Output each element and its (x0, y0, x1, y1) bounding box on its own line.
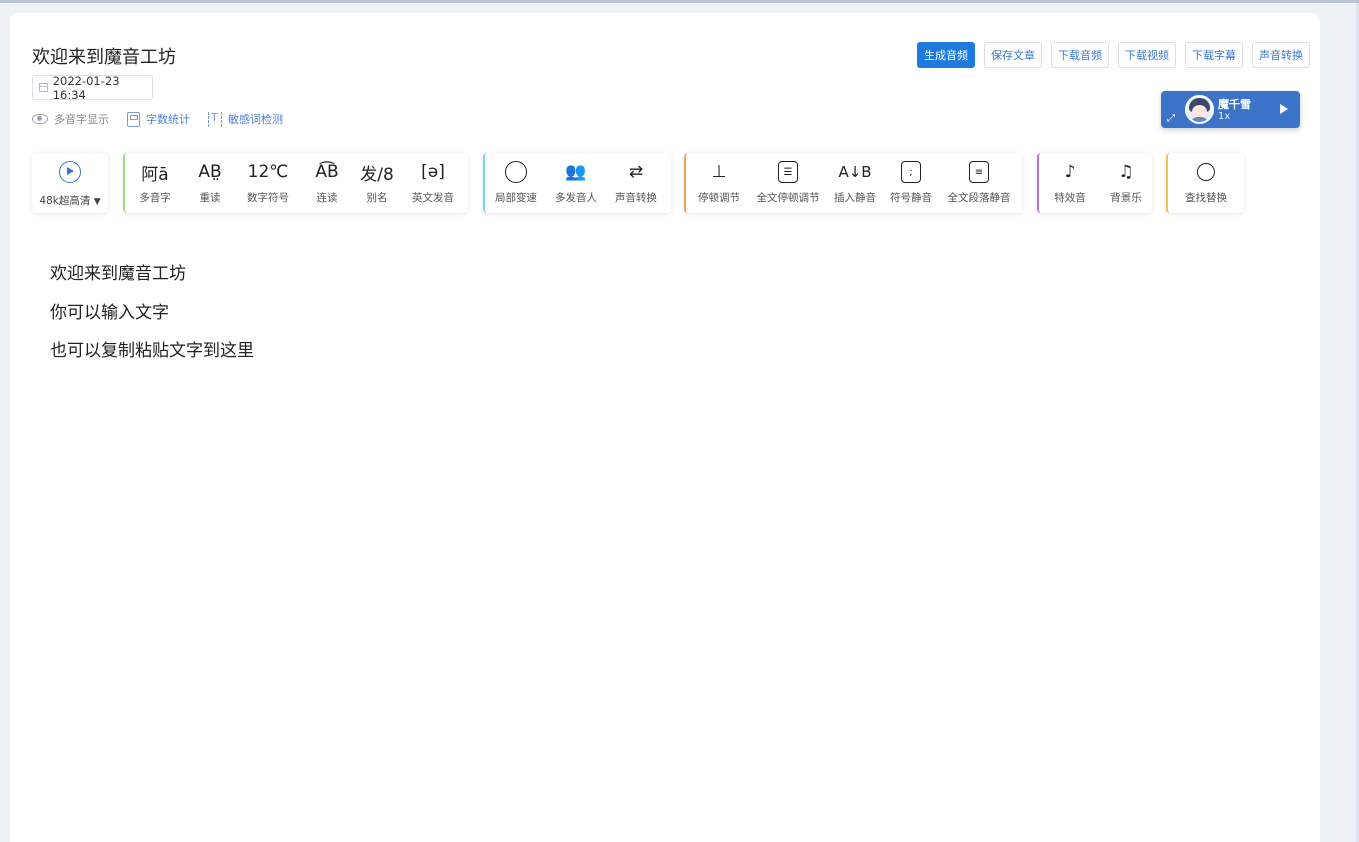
calendar-icon (39, 83, 48, 92)
tool-full-pause-adjust-label: 全文停顿调节 (756, 192, 820, 204)
text-editor[interactable]: 欢迎来到魔音工坊 你可以输入文字 也可以复制粘贴文字到这里 (50, 255, 254, 371)
stress-icon: AB̤ (198, 162, 222, 182)
polyphone-display-toggle[interactable]: 多音字显示 (32, 111, 109, 127)
play-icon[interactable] (1280, 104, 1288, 114)
toolbar-group-pronunciation: 阿ā 多音字 AB̤ 重读 12℃ 数字符号 A͡B 连读 发/8 别名 [ə]… (123, 153, 468, 213)
liaison-icon: A͡B (315, 162, 339, 182)
toolbar-group-search: 查找替换 (1166, 153, 1244, 213)
word-count-label: 字数统计 (146, 113, 190, 126)
document-title[interactable]: 欢迎来到魔音工坊 (32, 43, 176, 69)
tool-multi-speaker[interactable]: 👥 多发音人 (547, 153, 605, 213)
expand-icon[interactable]: ⤢ (1167, 114, 1175, 124)
download-subtitle-button[interactable]: 下载字幕 (1185, 42, 1243, 68)
tool-english-pronunciation-label: 英文发音 (412, 192, 454, 204)
editor-line[interactable]: 也可以复制粘贴文字到这里 (50, 332, 254, 371)
tool-voice-convert-label: 声音转换 (615, 192, 657, 204)
toolbar-group-speed-voice: 局部变速 👥 多发音人 ⇄ 声音转换 (483, 153, 671, 213)
editor-line[interactable]: 欢迎来到魔音工坊 (50, 255, 254, 294)
tool-pause-adjust[interactable]: ⊥ 停顿调节 (686, 153, 752, 213)
speedometer-icon (505, 161, 527, 183)
paragraph-mute-icon: ≡ (969, 161, 989, 183)
tool-english-pronunciation[interactable]: [ə] 英文发音 (401, 153, 465, 213)
scan-text-icon (208, 111, 222, 127)
tool-sound-effect[interactable]: ♪ 特效音 (1039, 153, 1101, 213)
tool-symbol-silence[interactable]: ; 符号静音 (886, 153, 936, 213)
date-picker[interactable]: 2022-01-23 16:34 (32, 73, 153, 102)
tool-pause-adjust-label: 停顿调节 (698, 192, 740, 204)
tool-find-replace[interactable]: 查找替换 (1168, 153, 1244, 213)
voice-name: 魔千雪 (1218, 98, 1251, 111)
voice-convert-icon: ⇄ (628, 162, 644, 182)
caret-down-icon: ▼ (93, 197, 101, 207)
eye-icon (32, 114, 48, 124)
tool-polyphone-label: 多音字 (139, 192, 171, 204)
polyphone-display-label: 多音字显示 (54, 113, 109, 126)
tool-number-symbol-label: 数字符号 (247, 192, 289, 204)
quality-selected-value: 48k超高清 (39, 195, 91, 207)
text-tools-row: 多音字显示 字数统计 敏感词检测 (32, 111, 301, 127)
tool-find-replace-label: 查找替换 (1185, 192, 1227, 204)
save-article-button[interactable]: 保存文章 (984, 42, 1042, 68)
tool-local-speed[interactable]: 局部变速 (485, 153, 547, 213)
word-count-button[interactable]: 字数统计 (127, 111, 190, 127)
voice-convert-button[interactable]: 声音转换 (1252, 42, 1310, 68)
tool-insert-silence-label: 插入静音 (834, 192, 876, 204)
tool-full-pause-adjust[interactable]: ☰ 全文停顿调节 (752, 153, 824, 213)
toolbar-group-effects: ♪ 特效音 ♫ 背景乐 (1037, 153, 1152, 213)
tool-paragraph-silence[interactable]: ≡ 全文段落静音 (936, 153, 1022, 213)
tool-symbol-silence-label: 符号静音 (890, 192, 932, 204)
toolbar-group-pause: ⊥ 停顿调节 ☰ 全文停顿调节 A↓B 插入静音 ; 符号静音 ≡ 全文段落静音 (684, 153, 1022, 213)
avatar (1185, 95, 1214, 124)
calculator-icon (127, 111, 140, 127)
tool-stress-label: 重读 (199, 192, 221, 204)
number-symbol-icon: 12℃ (247, 162, 289, 182)
tool-liaison-label: 连读 (316, 192, 338, 204)
sliders-icon: ☰ (778, 161, 798, 183)
play-circle-icon[interactable] (59, 161, 81, 183)
tool-stress[interactable]: AB̤ 重读 (185, 153, 235, 213)
editor-card: 欢迎来到魔音工坊 2022-01-23 16:34 多音字显示 字数统计 敏感词… (10, 13, 1320, 842)
tool-polyphone[interactable]: 阿ā 多音字 (125, 153, 185, 213)
tool-background-music-label: 背景乐 (1110, 192, 1142, 204)
tool-alias[interactable]: 发/8 别名 (353, 153, 401, 213)
toolbar-group-playback: 48k超高清 ▼ (32, 153, 108, 213)
date-value: 2022-01-23 16:34 (52, 73, 120, 102)
search-icon (1197, 163, 1215, 181)
tool-number-symbol[interactable]: 12℃ 数字符号 (235, 153, 301, 213)
sensitive-word-check-button[interactable]: 敏感词检测 (208, 111, 283, 127)
sensitive-word-check-label: 敏感词检测 (228, 113, 283, 126)
tool-voice-convert[interactable]: ⇄ 声音转换 (605, 153, 667, 213)
voice-player[interactable]: ⤢ 魔千雪 1x (1161, 91, 1300, 128)
tool-alias-label: 别名 (366, 192, 388, 204)
editor-line[interactable]: 你可以输入文字 (50, 294, 254, 333)
tool-local-speed-label: 局部变速 (495, 192, 537, 204)
top-action-buttons: 生成音频 保存文章 下载音频 下载视频 下载字幕 声音转换 (917, 42, 1310, 68)
tool-sound-effect-label: 特效音 (1054, 192, 1086, 204)
tool-insert-silence[interactable]: A↓B 插入静音 (824, 153, 886, 213)
download-video-button[interactable]: 下载视频 (1118, 42, 1176, 68)
voice-speed: 1x (1218, 111, 1231, 122)
tool-background-music[interactable]: ♫ 背景乐 (1101, 153, 1151, 213)
music-icon: ♫ (1118, 162, 1134, 182)
tool-paragraph-silence-label: 全文段落静音 (947, 192, 1011, 204)
insert-silence-icon: A↓B (838, 163, 872, 181)
phonetic-icon: [ə] (421, 162, 445, 182)
quality-select[interactable]: 48k超高清 ▼ (39, 193, 100, 208)
window-top-border (0, 0, 1359, 3)
quality-play-button[interactable]: 48k超高清 ▼ (32, 153, 108, 213)
polyphone-icon: 阿ā (141, 164, 169, 185)
tool-liaison[interactable]: A͡B 连读 (301, 153, 353, 213)
sound-effect-icon: ♪ (1064, 162, 1076, 182)
pause-adjust-icon: ⊥ (711, 162, 727, 182)
users-icon: 👥 (565, 162, 587, 182)
symbol-mute-icon: ; (901, 161, 921, 183)
tool-multi-speaker-label: 多发音人 (555, 192, 597, 204)
alias-icon: 发/8 (360, 164, 394, 185)
generate-audio-button[interactable]: 生成音频 (917, 42, 975, 68)
download-audio-button[interactable]: 下载音频 (1051, 42, 1109, 68)
